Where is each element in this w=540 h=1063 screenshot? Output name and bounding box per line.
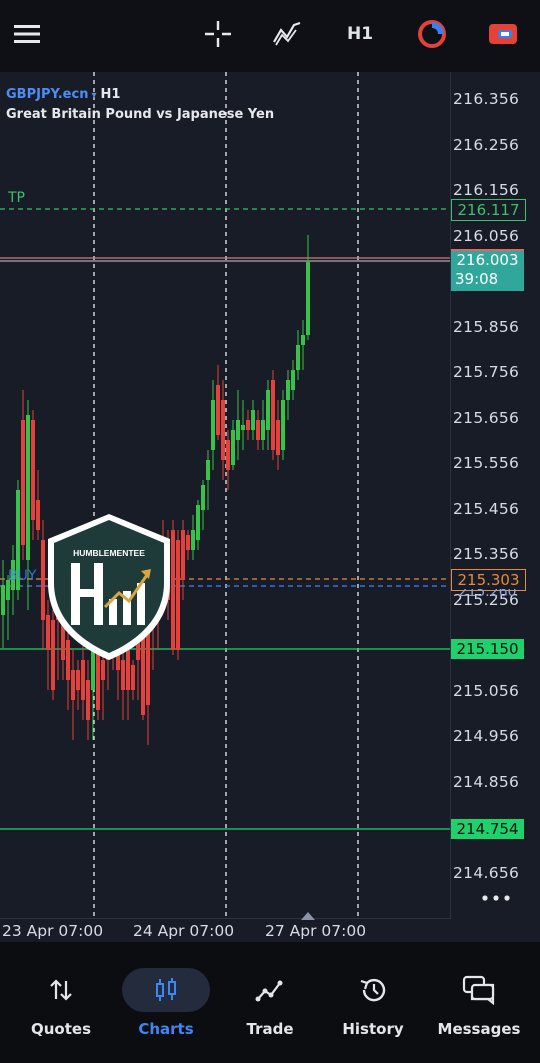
buy-label: BUY [8,568,37,584]
candles-group [1,235,310,745]
time-label: 24 Apr 07:00 [133,922,235,940]
candle-body [21,420,25,545]
nav-trade[interactable]: Trade [220,966,320,1038]
candle-body [31,420,35,520]
candle-body [266,390,270,430]
time-label: 27 Apr 07:00 [265,922,367,940]
arrows-updown-icon [11,966,111,1014]
price-axis-label: 216.056 [453,227,520,245]
candle-body [76,670,80,690]
candle-body [246,420,250,430]
nav-history[interactable]: History [323,966,423,1038]
candle-body [231,430,235,465]
nav-label: History [342,1020,404,1038]
candle-body [301,335,305,345]
candle-body [71,670,75,700]
time-label: 23 Apr 07:00 [2,922,104,940]
tp-label: TP [8,190,25,206]
candle-body [201,485,205,510]
order-price-tag: 215.303 [451,569,526,591]
current-price-tag: 216.003 39:08 [451,249,524,291]
nav-charts[interactable]: Charts [116,966,216,1038]
symbol-name[interactable]: GBPJPY.ecn [6,87,88,102]
symbol-timeframe: H1 [100,87,121,102]
svg-text:HUMBLEMENTEE: HUMBLEMENTEE [73,548,145,558]
watermark-logo: HUMBLEMENTEE [43,511,175,663]
more-options-icon [482,895,510,901]
nav-label: Charts [138,1020,194,1038]
current-price: 216.003 [456,251,519,269]
price-axis-label: 215.856 [453,318,520,336]
price-axis-label: 215.056 [453,682,520,700]
candle-body [306,262,310,335]
price-axis-label: 214.656 [453,864,520,882]
candle-body [271,380,275,450]
candle-body [226,440,230,470]
candle-body [131,665,135,690]
candle-body [276,420,280,455]
candle-body [211,400,215,450]
nav-label: Quotes [30,1020,91,1038]
price-axis-label: 215.556 [453,454,520,472]
tp-price-tag: 216.117 [451,199,526,221]
candle-body [181,530,185,580]
candle-body [176,540,180,650]
candle-body [1,585,5,615]
candle-body [236,420,240,440]
candle-body [256,420,260,440]
price-axis-label: 215.356 [453,545,520,563]
price-axis-label: 214.856 [453,773,520,791]
candle-body [81,660,85,700]
candle-body [191,530,195,550]
price-axis-label: 216.156 [453,181,520,199]
price-axis-label: 216.256 [453,136,520,154]
candle-body [196,505,200,540]
nav-messages[interactable]: Messages [429,966,529,1038]
candle-body [86,680,90,720]
symbol-dropdown-icon[interactable]: ▾ [91,90,96,101]
candle-body [221,400,225,460]
candle-body [296,345,300,370]
trade-line-icon [220,966,320,1014]
candle-body [206,460,210,480]
candle-body [261,420,265,440]
scroll-marker-icon [301,912,315,920]
candle-body [36,500,40,530]
candle-body [186,535,190,550]
candle-body [291,370,295,390]
bar-countdown: 39:08 [455,270,499,288]
messages-icon [429,966,529,1014]
candle-body [281,400,285,450]
price-axis-label: 215.756 [453,363,520,381]
symbol-header[interactable]: GBPJPY.ecn ▾ H1 [6,87,120,102]
level-price-tag-lower: 214.754 [451,819,524,839]
symbol-description: Great Britain Pound vs Japanese Yen [6,107,275,122]
price-axis-label: 216.356 [453,90,520,108]
price-axis-label: 214.956 [453,727,520,745]
history-icon [323,966,423,1014]
price-axis-label: 215.656 [453,409,520,427]
nav-label: Trade [246,1020,294,1038]
candle-body [251,410,255,430]
nav-quotes[interactable]: Quotes [11,966,111,1038]
candle-body [286,380,290,400]
nav-label: Messages [437,1020,521,1038]
level-price-tag-upper: 215.150 [451,639,524,659]
candle-body [121,660,125,690]
buy-price-tag: 215.260 [458,589,517,600]
candle-body [241,425,245,430]
price-axis-label: 215.456 [453,500,520,518]
candles-icon [116,966,216,1014]
candle-body [216,385,220,435]
candle-body [26,415,30,560]
